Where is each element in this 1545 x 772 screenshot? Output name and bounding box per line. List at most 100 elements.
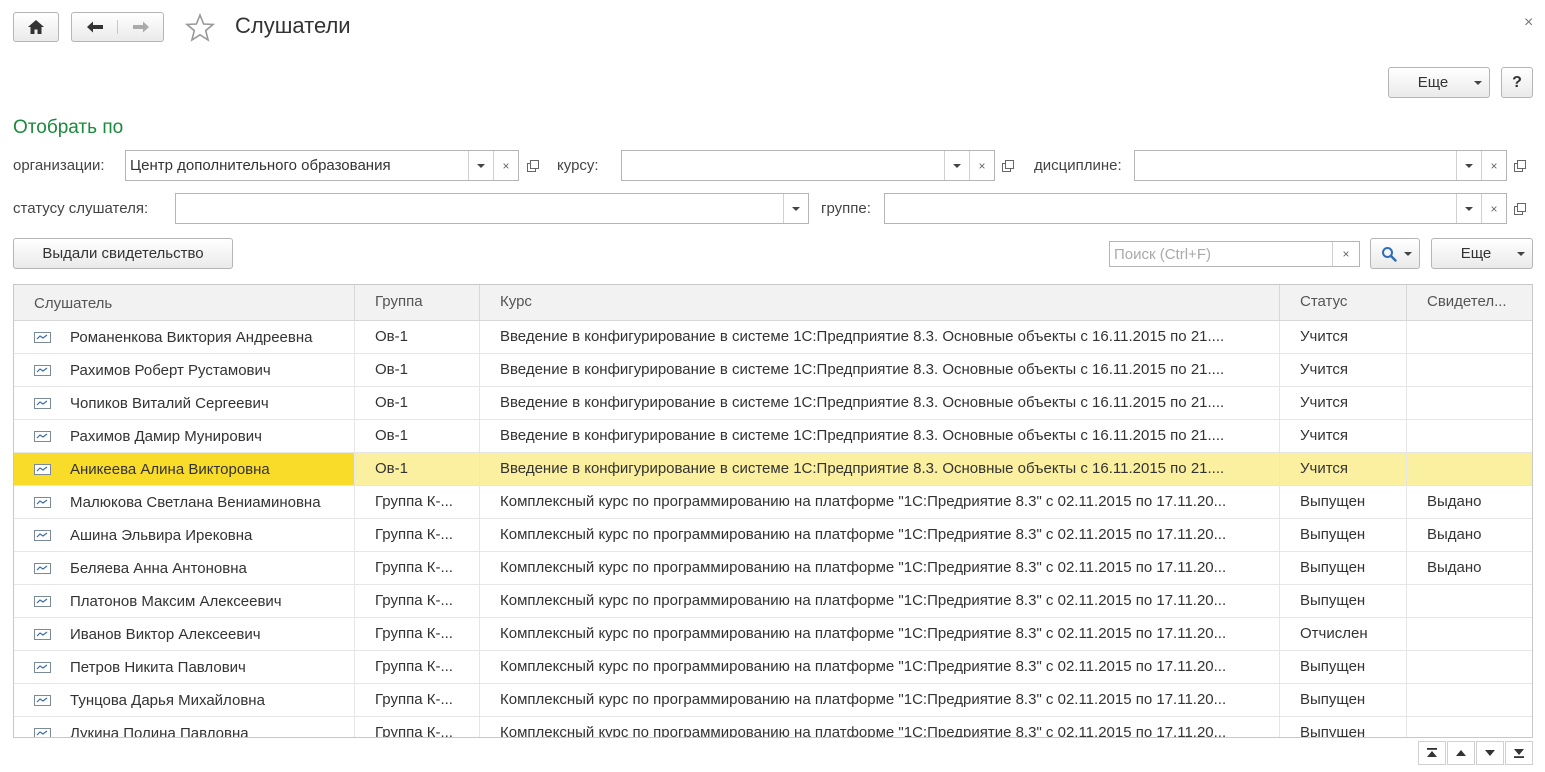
navigation-buttons	[71, 12, 164, 42]
group-filter-label: группе:	[821, 200, 871, 217]
organization-clear-button[interactable]: ×	[493, 151, 518, 180]
scroll-to-top-button[interactable]	[1418, 741, 1446, 765]
table-row[interactable]: Лукина Полина Павловна Группа К-... Компле…	[14, 717, 1532, 738]
discipline-open-button[interactable]	[1508, 150, 1532, 181]
group-cell: Ов-1	[355, 453, 480, 485]
column-header-certificate[interactable]: Свидетел...	[1407, 285, 1532, 321]
table-row[interactable]: Ашина Эльвира Ирековна Группа К-... Компле…	[14, 519, 1532, 552]
table-row[interactable]: Романенкова Виктория Андреевна Ов-1 Введен…	[14, 321, 1532, 354]
favorite-star-button[interactable]	[184, 12, 216, 43]
table-row[interactable]: Тунцова Дарья Михайловна Группа К-... Комп…	[14, 684, 1532, 717]
status-cell: Отчислен	[1280, 618, 1407, 650]
scroll-to-bottom-button[interactable]	[1505, 741, 1533, 765]
column-header-group[interactable]: Группа	[355, 285, 480, 321]
forward-button[interactable]	[117, 20, 163, 34]
group-cell: Группа К-...	[355, 519, 480, 551]
issued-certificate-button[interactable]: Выдали свидетельство	[13, 238, 233, 269]
course-cell: Комплексный курс по программированию на …	[480, 684, 1280, 716]
discipline-filter-value[interactable]	[1135, 151, 1456, 180]
column-header-course[interactable]: Курс	[480, 285, 1280, 321]
table-row[interactable]: Чопиков Виталий Сергеевич Ов-1 Введение в …	[14, 387, 1532, 420]
student-name-text: Ашина Эльвира Ирековна	[70, 526, 253, 544]
student-status-dropdown-button[interactable]	[783, 194, 808, 223]
student-name-text: Чопиков Виталий Сергеевич	[70, 394, 269, 412]
students-table: Слушатель Группа Курс Статус Свидетел...…	[13, 284, 1533, 738]
student-name-text: Лукина Полина Павловна	[70, 724, 249, 738]
course-filter-field[interactable]: ×	[621, 150, 995, 181]
catalog-item-icon	[34, 496, 51, 508]
column-header-status[interactable]: Статус	[1280, 285, 1407, 321]
student-name: Лукина Полина Павловна	[14, 717, 355, 738]
table-row[interactable]: Рахимов Роберт Рустамович Ов-1 Введение в …	[14, 354, 1532, 387]
catalog-item-icon	[34, 397, 51, 409]
group-open-button[interactable]	[1508, 193, 1532, 224]
scroll-to-top-icon	[1427, 748, 1437, 757]
clear-icon: ×	[1490, 158, 1498, 173]
clear-icon: ×	[1490, 201, 1498, 216]
close-icon[interactable]: ×	[1524, 14, 1533, 32]
scroll-up-icon	[1456, 750, 1466, 756]
course-clear-button[interactable]: ×	[969, 151, 994, 180]
column-header-student[interactable]: Слушатель	[14, 285, 355, 321]
scroll-up-button[interactable]	[1447, 741, 1475, 765]
certificate-cell	[1407, 420, 1532, 452]
status-cell: Учится	[1280, 453, 1407, 485]
organization-filter-value[interactable]: Центр дополнительного образования	[126, 151, 468, 180]
student-status-filter-label: статусу слушателя:	[13, 200, 149, 217]
certificate-cell	[1407, 453, 1532, 485]
group-cell: Группа К-...	[355, 684, 480, 716]
catalog-item-icon	[34, 727, 51, 737]
arrow-right-icon	[132, 21, 149, 33]
discipline-clear-button[interactable]: ×	[1481, 151, 1506, 180]
chevron-down-icon	[477, 163, 485, 168]
organization-open-button[interactable]	[521, 150, 545, 181]
group-dropdown-button[interactable]	[1456, 194, 1481, 223]
group-clear-button[interactable]: ×	[1481, 194, 1506, 223]
back-button[interactable]	[72, 20, 117, 34]
student-name-text: Рахимов Роберт Рустамович	[70, 361, 271, 379]
help-button[interactable]: ?	[1501, 67, 1533, 98]
discipline-filter-field[interactable]: ×	[1134, 150, 1507, 181]
scroll-down-button[interactable]	[1476, 741, 1504, 765]
course-filter-value[interactable]	[622, 151, 944, 180]
course-dropdown-button[interactable]	[944, 151, 969, 180]
organization-filter-field[interactable]: Центр дополнительного образования ×	[125, 150, 519, 181]
search-clear-button[interactable]: ×	[1332, 242, 1359, 266]
group-cell: Группа К-...	[355, 552, 480, 584]
discipline-dropdown-button[interactable]	[1456, 151, 1481, 180]
group-cell: Ов-1	[355, 321, 480, 353]
group-filter-value[interactable]	[885, 194, 1456, 223]
course-cell: Комплексный курс по программированию на …	[480, 519, 1280, 551]
table-row[interactable]: Иванов Виктор Алексеевич Группа К-... Комп…	[14, 618, 1532, 651]
table-row[interactable]: Аникеева Алина Викторовна Ов-1 Введение в …	[14, 453, 1532, 486]
search-input[interactable]	[1110, 242, 1332, 266]
table-row[interactable]: Рахимов Дамир Мунирович Ов-1 Введение в ко…	[14, 420, 1532, 453]
scroll-down-icon	[1485, 750, 1495, 756]
table-more-menu-button[interactable]: Еще	[1431, 238, 1533, 269]
student-name-text: Рахимов Дамир Мунирович	[70, 427, 262, 445]
student-status-filter-value[interactable]	[176, 194, 783, 223]
search-button[interactable]	[1370, 238, 1420, 269]
organization-dropdown-button[interactable]	[468, 151, 493, 180]
certificate-cell	[1407, 585, 1532, 617]
status-cell: Учится	[1280, 387, 1407, 419]
catalog-item-icon	[34, 628, 51, 640]
student-name-text: Петров Никита Павлович	[70, 658, 246, 676]
student-status-filter-field[interactable]	[175, 193, 809, 224]
course-open-button[interactable]	[996, 150, 1020, 181]
student-name: Иванов Виктор Алексеевич	[14, 618, 355, 650]
table-row[interactable]: Петров Никита Павлович Группа К-... Компле…	[14, 651, 1532, 684]
more-menu-button[interactable]: Еще	[1388, 67, 1490, 98]
course-filter-label: курсу:	[557, 157, 599, 174]
open-window-icon	[1514, 159, 1526, 172]
discipline-filter-label: дисциплине:	[1034, 157, 1122, 174]
catalog-item-icon	[34, 430, 51, 442]
table-row[interactable]: Платонов Максим Алексеевич Группа К-... Ко…	[14, 585, 1532, 618]
group-cell: Группа К-...	[355, 651, 480, 683]
table-row[interactable]: Малюкова Светлана Вениаминовна Группа К-.…	[14, 486, 1532, 519]
group-filter-field[interactable]: ×	[884, 193, 1507, 224]
student-name: Беляева Анна Антоновна	[14, 552, 355, 584]
home-button[interactable]	[13, 12, 59, 42]
certificate-cell	[1407, 618, 1532, 650]
table-row[interactable]: Беляева Анна Антоновна Группа К-... Компле…	[14, 552, 1532, 585]
